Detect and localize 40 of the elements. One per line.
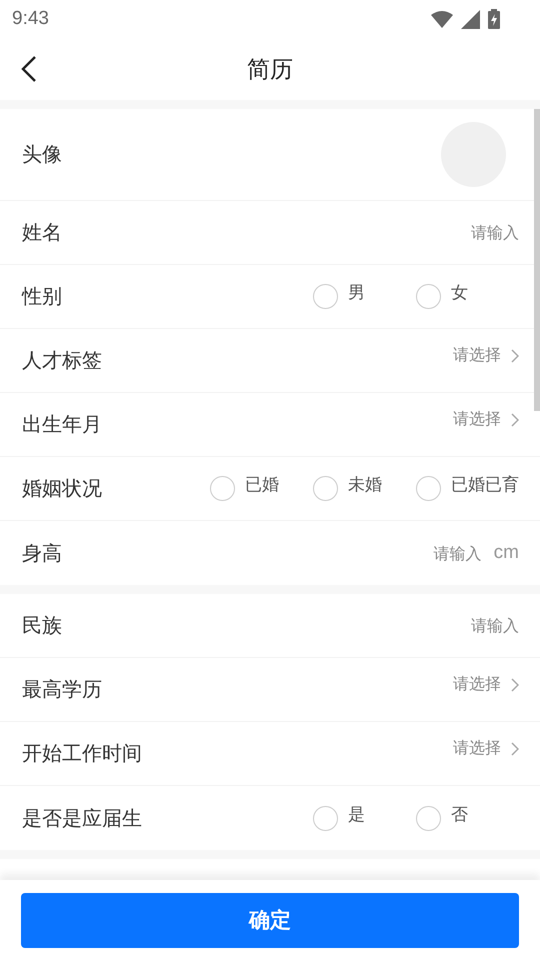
select-field[interactable]: 请选择 — [453, 409, 519, 430]
chevron-icon — [511, 412, 519, 426]
battery-icon — [488, 9, 500, 29]
field-label: 民族 — [22, 612, 62, 639]
unit-label: cm — [494, 542, 519, 564]
confirm-button[interactable]: 确定 — [21, 892, 519, 948]
radio-label: 女 — [451, 282, 468, 304]
radio-button[interactable] — [416, 476, 441, 501]
radio-label: 是 — [348, 804, 365, 826]
chevron-icon — [511, 742, 519, 756]
radio-button[interactable] — [313, 806, 338, 830]
select-field[interactable]: 请选择 — [453, 345, 519, 366]
field-label: 姓名 — [22, 219, 62, 246]
status-time: 9:43 — [12, 8, 49, 30]
page-title: 简历 — [247, 56, 293, 84]
field-label: 开始工作时间 — [22, 740, 142, 767]
radio-button[interactable] — [313, 284, 338, 309]
field-label: 出生年月 — [22, 411, 102, 438]
radio-button[interactable] — [313, 476, 338, 501]
radio-label: 未婚 — [348, 474, 382, 496]
radio-label: 已婚已育 — [451, 474, 519, 496]
select-field[interactable]: 请选择 — [453, 674, 519, 695]
radio-button[interactable] — [416, 806, 441, 830]
wifi-icon — [431, 10, 453, 28]
field-label: 身高 — [22, 540, 62, 566]
radio-button[interactable] — [416, 284, 441, 309]
chevron-icon — [511, 678, 519, 692]
field-label: 最高学历 — [22, 676, 102, 703]
field-label: 是否是应届生 — [22, 804, 142, 832]
radio-label: 男 — [348, 282, 365, 304]
radio-label: 否 — [451, 804, 468, 826]
signal-icon — [461, 10, 480, 28]
field-label: 性别 — [22, 283, 62, 310]
chevron-icon — [511, 348, 519, 362]
select-field[interactable]: 请选择 — [453, 738, 519, 759]
field-label: 婚姻状况 — [22, 475, 102, 502]
field-label: 人才标签 — [22, 347, 102, 374]
field-label: 头像 — [22, 141, 62, 168]
radio-button[interactable] — [210, 476, 235, 501]
radio-label: 已婚 — [245, 474, 279, 496]
